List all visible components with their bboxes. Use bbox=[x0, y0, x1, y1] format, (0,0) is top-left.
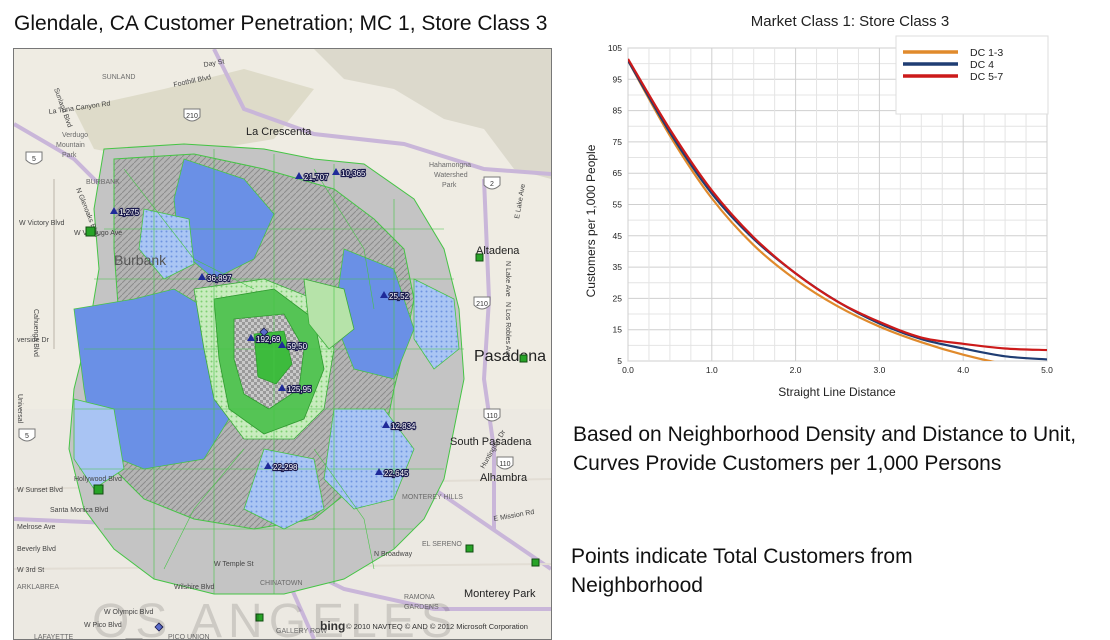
place-label: Alhambra bbox=[480, 472, 528, 484]
svg-text:210: 210 bbox=[476, 301, 488, 308]
place-label: Verdugo bbox=[62, 132, 88, 139]
place-label: W Verdugo Ave bbox=[74, 230, 122, 237]
customer-point-label: 36,897 bbox=[207, 274, 232, 283]
highway-shield: 210 bbox=[183, 108, 201, 122]
place-label: Mountain bbox=[56, 142, 85, 149]
customer-penetration-map[interactable]: SUNLAND La Tuna Canyon Rd Verdugo Mountain P… bbox=[13, 48, 552, 640]
highway-shield: 110 bbox=[483, 408, 501, 422]
highway-shield: 110 bbox=[496, 456, 514, 470]
store-marker[interactable] bbox=[465, 544, 474, 553]
y-axis-label: Customers per 1,000 People bbox=[584, 144, 598, 297]
place-label: W 3rd St bbox=[17, 567, 44, 574]
place-label: Santa Monica Blvd bbox=[50, 507, 108, 514]
curves-caption: Based on Neighborhood Density and Distan… bbox=[573, 423, 1077, 475]
customer-point-label: 25,52 bbox=[389, 292, 410, 301]
place-label: Hahamongna bbox=[429, 162, 471, 169]
map-attribution: © 2010 NAVTEQ © AND © 2012 Microsoft Cor… bbox=[346, 622, 528, 631]
x-tick-label: 0.0 bbox=[622, 365, 634, 375]
svg-text:5: 5 bbox=[25, 433, 29, 440]
place-label: Park bbox=[62, 152, 77, 159]
place-label: LAFAYETTE bbox=[34, 634, 73, 639]
place-label: SUNLAND bbox=[102, 74, 135, 81]
place-label: Universal bbox=[16, 394, 23, 424]
x-tick-label: 4.0 bbox=[957, 365, 969, 375]
y-tick-label: 25 bbox=[613, 293, 623, 303]
y-tick-label: 85 bbox=[613, 106, 623, 116]
place-label: Cahuenga Blvd bbox=[32, 309, 39, 357]
customer-point-label: 1,275 bbox=[119, 208, 140, 217]
place-label: Hollywood Blvd bbox=[74, 476, 122, 483]
place-label: Wilshire Blvd bbox=[174, 584, 215, 591]
customer-point-label: 12,834 bbox=[391, 422, 416, 431]
place-label: Burbank bbox=[114, 252, 167, 268]
place-label: CHINATOWN bbox=[260, 580, 303, 587]
svg-text:210: 210 bbox=[186, 113, 198, 120]
map-canvas[interactable]: SUNLANDLa Tuna Canyon RdVerdugoMountainP… bbox=[14, 49, 551, 639]
customer-point-label: 59,50 bbox=[287, 342, 308, 351]
place-label: MONTEREY HILLS bbox=[402, 494, 463, 501]
place-label: N Los Robles Ave bbox=[504, 302, 511, 358]
place-label: W Victory Blvd bbox=[19, 220, 64, 227]
place-label: EL SERENO bbox=[422, 541, 462, 548]
svg-text:2: 2 bbox=[490, 181, 494, 188]
chart-title: Market Class 1: Store Class 3 bbox=[751, 13, 949, 30]
y-tick-label: 75 bbox=[613, 137, 623, 147]
x-tick-label: 2.0 bbox=[790, 365, 802, 375]
svg-text:5: 5 bbox=[32, 156, 36, 163]
highway-shield: 210 bbox=[473, 296, 491, 310]
svg-text:DC 5-7: DC 5-7 bbox=[970, 71, 1003, 83]
highway-shield: 2 bbox=[483, 176, 501, 190]
x-axis-label: Straight Line Distance bbox=[778, 385, 896, 399]
y-tick-label: 45 bbox=[613, 231, 623, 241]
x-tick-label: 1.0 bbox=[706, 365, 718, 375]
place-label: Melrose Ave bbox=[17, 524, 55, 531]
customer-point-label: 21,707 bbox=[304, 173, 329, 182]
store-marker[interactable] bbox=[85, 226, 96, 237]
place-label: Beverly Blvd bbox=[17, 546, 56, 553]
place-label: W Temple St bbox=[214, 561, 254, 568]
store-marker[interactable] bbox=[531, 558, 540, 567]
chart-legend: DC 1-3DC 4DC 5-7 bbox=[903, 47, 1003, 83]
place-label: BURBANK bbox=[86, 179, 120, 186]
customer-point-label: 10,365 bbox=[341, 169, 366, 178]
place-label: N Broadway bbox=[374, 551, 413, 558]
customer-point-label: 125,95 bbox=[287, 385, 312, 394]
y-tick-label: 65 bbox=[613, 168, 623, 178]
y-tick-label: 95 bbox=[613, 74, 623, 84]
svg-text:110: 110 bbox=[486, 413, 497, 420]
y-tick-label: 105 bbox=[608, 43, 622, 53]
place-label: ARKLABREA bbox=[17, 584, 59, 591]
place-label: La Crescenta bbox=[246, 126, 312, 138]
x-tick-label: 5.0 bbox=[1041, 365, 1053, 375]
svg-text:110: 110 bbox=[499, 461, 510, 468]
distance-decay-chart: Market Class 1: Store Class 3 5 15 25 35 45 5… bbox=[578, 6, 1058, 406]
customer-point-label: 22,645 bbox=[384, 469, 409, 478]
svg-text:DC 4: DC 4 bbox=[970, 59, 994, 71]
map-watermark: OS ANGELES bbox=[92, 595, 459, 639]
place-label: Park bbox=[442, 182, 457, 189]
page-title: Glendale, CA Customer Penetration; MC 1,… bbox=[14, 12, 548, 35]
svg-text:DC 1-3: DC 1-3 bbox=[970, 47, 1003, 59]
y-tick-label: 35 bbox=[613, 262, 623, 272]
x-tick-label: 3.0 bbox=[873, 365, 885, 375]
highway-shield: 5 bbox=[18, 428, 36, 442]
store-marker[interactable] bbox=[93, 484, 104, 495]
y-tick-label: 15 bbox=[613, 325, 623, 335]
store-marker[interactable] bbox=[519, 354, 528, 363]
store-marker[interactable] bbox=[475, 253, 484, 262]
y-tick-label: 55 bbox=[613, 200, 623, 210]
highway-shield: 5 bbox=[25, 151, 43, 165]
place-label: W Sunset Blvd bbox=[17, 487, 63, 494]
place-label: Monterey Park bbox=[464, 588, 536, 600]
place-label: Watershed bbox=[434, 172, 468, 179]
customer-point-label: 22,298 bbox=[273, 463, 298, 472]
bing-logo: bing bbox=[320, 619, 345, 633]
customer-point-label: 192,69 bbox=[256, 335, 281, 344]
points-caption: Points indicate Total Customers from Nei… bbox=[571, 545, 913, 597]
place-label: N Lake Ave bbox=[504, 261, 511, 297]
